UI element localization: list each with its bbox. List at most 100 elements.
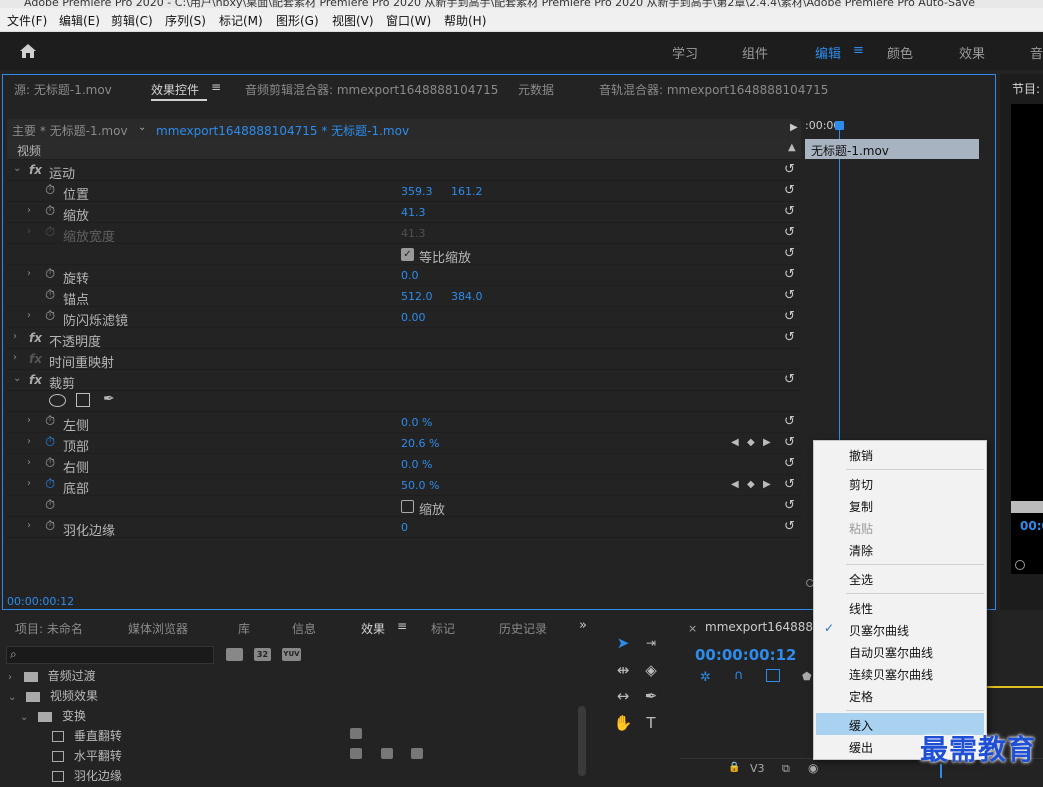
menu-item-linear[interactable]: 线性 xyxy=(849,600,873,617)
workspace-editing[interactable]: 编辑 xyxy=(815,43,841,62)
effect-crop[interactable]: ⌄ fx 裁剪 ↺ xyxy=(7,370,801,392)
anchor-y-value[interactable]: 384.0 xyxy=(451,290,483,303)
tab-library[interactable]: 库 xyxy=(238,620,250,637)
reset-icon[interactable]: ↺ xyxy=(784,477,795,492)
stopwatch-icon[interactable]: ⏱ xyxy=(45,414,55,429)
stopwatch-active-icon[interactable]: ⏱ xyxy=(45,477,55,492)
prev-keyframe-icon[interactable]: ◀ xyxy=(731,479,739,490)
tab-source[interactable]: 源: 无标题-1.mov xyxy=(14,81,112,98)
menu-item-ease-out[interactable]: 缓出 xyxy=(849,739,873,756)
anchor-x-value[interactable]: 512.0 xyxy=(401,290,433,303)
prev-keyframe-icon[interactable]: ◀ xyxy=(731,437,739,448)
menu-item-clear[interactable]: 清除 xyxy=(849,542,873,559)
reset-icon[interactable]: ↺ xyxy=(784,183,795,198)
menu-window[interactable]: 窗口(W) xyxy=(386,12,431,29)
add-keyframe-icon[interactable]: ◆ xyxy=(747,479,755,490)
menu-item-auto-bezier[interactable]: 自动贝塞尔曲线 xyxy=(849,644,933,661)
next-keyframe-icon[interactable]: ▶ xyxy=(763,479,771,490)
feather-value[interactable]: 0 xyxy=(401,521,408,534)
menu-graphics[interactable]: 图形(G) xyxy=(276,12,319,29)
reset-icon[interactable]: ↺ xyxy=(784,162,795,177)
effect-horizontal-flip[interactable]: 水平翻转 xyxy=(52,747,122,767)
expanded-chevron-icon[interactable]: ⌄ xyxy=(8,692,16,703)
tab-audio-clip-mixer[interactable]: 音频剪辑混合器: mmexport1648888104715 xyxy=(245,81,498,98)
menu-item-select-all[interactable]: 全选 xyxy=(849,571,873,588)
next-keyframe-icon[interactable]: ▶ xyxy=(763,437,771,448)
menu-item-continuous-bezier[interactable]: 连续贝塞尔曲线 xyxy=(849,666,933,683)
collapsed-chevron-icon[interactable]: › xyxy=(27,457,31,468)
stopwatch-icon[interactable]: ⏱ xyxy=(45,267,55,282)
stopwatch-icon[interactable]: ⏱ xyxy=(45,456,55,471)
add-marker-icon[interactable] xyxy=(766,669,780,682)
fx-icon[interactable]: fx xyxy=(29,331,42,345)
stopwatch-icon[interactable]: ⏱ xyxy=(45,183,55,198)
menu-clip[interactable]: 剪辑(C) xyxy=(111,12,153,29)
right-value[interactable]: 0.0 % xyxy=(401,458,432,471)
eye-icon[interactable]: ◉ xyxy=(808,761,818,775)
ellipse-mask-icon[interactable] xyxy=(49,394,66,407)
menu-help[interactable]: 帮助(H) xyxy=(444,12,486,29)
stopwatch-icon[interactable]: ⏱ xyxy=(45,519,55,534)
menu-item-hold[interactable]: 定格 xyxy=(849,688,873,705)
more-tabs-icon[interactable]: » xyxy=(579,618,587,633)
collapsed-chevron-icon[interactable]: › xyxy=(8,672,12,683)
program-timecode[interactable]: 00:0 xyxy=(1020,519,1043,533)
menu-sequence[interactable]: 序列(S) xyxy=(165,12,206,29)
program-scrub-bar[interactable] xyxy=(1011,501,1043,513)
expanded-chevron-icon[interactable]: ⌄ xyxy=(13,373,21,384)
tab-history[interactable]: 历史记录 xyxy=(499,620,547,637)
workspace-menu-icon[interactable]: ≡ xyxy=(853,43,864,58)
selection-tool-icon[interactable]: ➤ xyxy=(612,632,634,654)
current-timecode[interactable]: 00:00:00:12 xyxy=(7,595,74,608)
rectangle-mask-icon[interactable] xyxy=(76,393,90,407)
reset-icon[interactable]: ↺ xyxy=(784,204,795,219)
reset-icon[interactable]: ↺ xyxy=(784,309,795,324)
tab-effect-controls[interactable]: 效果控件 xyxy=(151,81,199,98)
antiflicker-value[interactable]: 0.00 xyxy=(401,311,426,324)
lock-icon[interactable]: 🔒 xyxy=(728,762,740,773)
scale-value[interactable]: 41.3 xyxy=(401,206,426,219)
bottom-value[interactable]: 50.0 % xyxy=(401,479,439,492)
reset-icon[interactable]: ↺ xyxy=(784,498,795,513)
reset-icon[interactable]: ↺ xyxy=(784,246,795,261)
reset-icon[interactable]: ↺ xyxy=(784,519,795,534)
yuv-filter-icon[interactable]: YUV xyxy=(282,648,301,661)
add-keyframe-icon[interactable]: ◆ xyxy=(747,437,755,448)
reset-icon[interactable]: ↺ xyxy=(784,288,795,303)
menu-edit[interactable]: 编辑(E) xyxy=(59,12,100,29)
position-x-value[interactable]: 359.3 xyxy=(401,185,433,198)
pen-tool-icon[interactable]: ✒ xyxy=(640,685,662,707)
reset-icon[interactable]: ↺ xyxy=(784,435,795,450)
tab-media-browser[interactable]: 媒体浏览器 xyxy=(128,620,188,637)
expanded-chevron-icon[interactable]: ⌄ xyxy=(20,712,28,723)
expanded-chevron-icon[interactable]: ⌄ xyxy=(13,163,21,174)
tab-info[interactable]: 信息 xyxy=(292,620,316,637)
effects-search-input[interactable]: ⌕ xyxy=(6,646,214,664)
slip-tool-icon[interactable]: ↔ xyxy=(612,685,634,707)
close-icon[interactable]: × xyxy=(688,622,697,635)
razor-tool-icon[interactable]: ◈ xyxy=(640,659,662,681)
hand-tool-icon[interactable]: ✋ xyxy=(612,712,634,734)
accelerated-effects-filter-icon[interactable] xyxy=(226,648,243,661)
track-select-tool-icon[interactable]: ⇥ xyxy=(640,632,662,654)
folder-transform[interactable]: ⌄ 变换 xyxy=(20,707,86,727)
position-y-value[interactable]: 161.2 xyxy=(451,185,483,198)
collapsed-chevron-icon[interactable]: › xyxy=(27,310,31,321)
program-zoom-handle[interactable] xyxy=(1015,560,1025,570)
reset-icon[interactable]: ↺ xyxy=(784,414,795,429)
rotation-value[interactable]: 0.0 xyxy=(401,269,419,282)
left-value[interactable]: 0.0 % xyxy=(401,416,432,429)
snap-icon[interactable]: ✲ xyxy=(700,670,711,685)
linked-selection-icon[interactable]: ∩ xyxy=(734,668,744,683)
tab-metadata[interactable]: 元数据 xyxy=(518,81,554,98)
top-value[interactable]: 20.6 % xyxy=(401,437,439,450)
collapsed-chevron-icon[interactable]: › xyxy=(27,415,31,426)
track-label[interactable]: V3 xyxy=(750,762,765,775)
tab-effects[interactable]: 效果 xyxy=(361,620,385,637)
tab-project[interactable]: 项目: 未命名 xyxy=(15,620,83,637)
workspace-assembly[interactable]: 组件 xyxy=(742,43,768,62)
effect-opacity[interactable]: › fx 不透明度 ↺ xyxy=(7,328,801,350)
play-icon[interactable]: ▶ xyxy=(790,122,798,133)
pen-mask-icon[interactable]: ✒ xyxy=(103,391,115,407)
chevron-down-icon[interactable]: ⌄ xyxy=(138,122,146,133)
